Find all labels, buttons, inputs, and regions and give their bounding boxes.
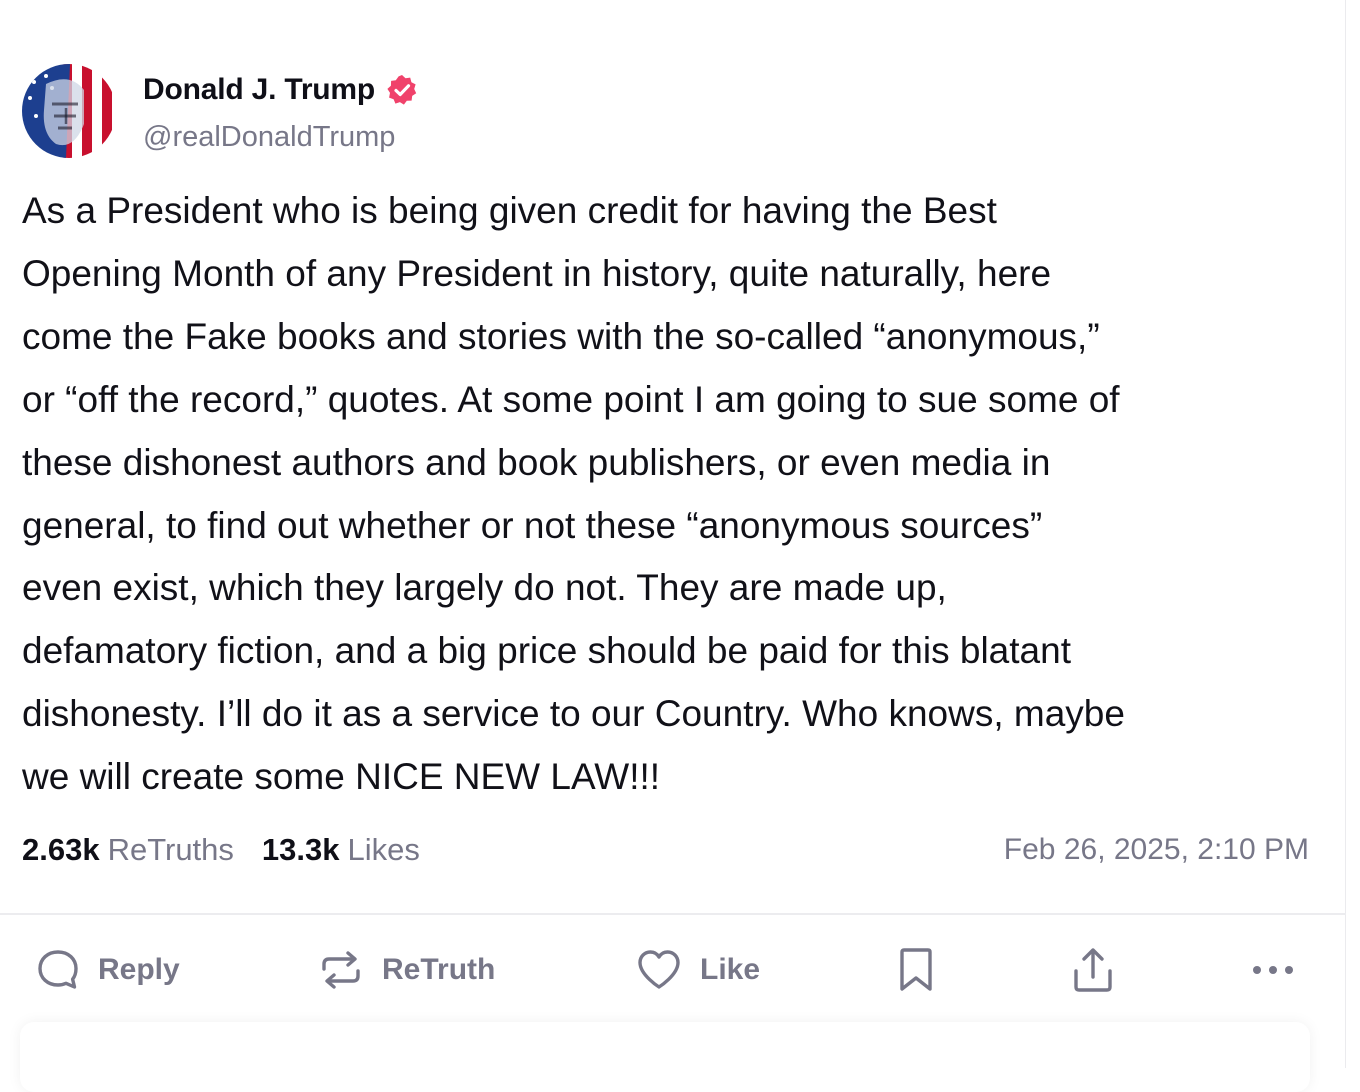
divider	[0, 913, 1346, 915]
next-post-card-edge	[20, 1022, 1310, 1092]
display-name[interactable]: Donald J. Trump	[143, 73, 375, 107]
reply-label: Reply	[98, 953, 180, 986]
post-body: As a President who is being given credit…	[22, 180, 1322, 809]
post-header: Donald J. Trump @realDonaldTrump	[22, 64, 419, 160]
post-body-line: come the Fake books and stories with the…	[22, 315, 1100, 357]
reply-button[interactable]: Reply	[36, 940, 180, 1000]
retruth-label: ReTruth	[382, 953, 496, 986]
share-icon	[1070, 945, 1116, 995]
retruth-icon	[318, 947, 364, 993]
reply-icon	[36, 948, 80, 992]
author-info: Donald J. Trump @realDonaldTrump	[143, 72, 419, 154]
retruths-stat[interactable]: 2.63k ReTruths	[22, 832, 234, 868]
retruth-button[interactable]: ReTruth	[318, 940, 495, 1000]
action-bar: Reply ReTruth Like	[0, 940, 1346, 1000]
post-stats: 2.63k ReTruths 13.3k Likes Feb 26, 2025,…	[22, 828, 1309, 872]
more-icon	[1250, 960, 1296, 980]
likes-count: 13.3k	[261, 832, 340, 867]
retruths-label: ReTruths	[107, 832, 234, 867]
bookmark-icon	[896, 947, 936, 993]
handle[interactable]: @realDonaldTrump	[143, 121, 419, 154]
retruths-count: 2.63k	[22, 832, 100, 867]
likes-stat[interactable]: 13.3k Likes	[262, 832, 420, 868]
display-name-row: Donald J. Trump	[143, 72, 419, 108]
share-button[interactable]	[1070, 940, 1116, 1000]
post-body-line: even exist, which they largely do not. T…	[22, 567, 947, 609]
verified-badge-icon	[385, 73, 419, 107]
post-body-line: dishonesty. I’ll do it as a service to o…	[22, 693, 1125, 735]
post-body-line: general, to find out whether or not thes…	[22, 504, 1043, 546]
post-body-line: we will create some NICE NEW LAW!!!	[22, 756, 661, 798]
more-options-button[interactable]	[1250, 940, 1296, 1000]
post-body-line: defamatory fiction, and a big price shou…	[22, 630, 1071, 672]
avatar[interactable]	[22, 64, 116, 158]
post-body-line: As a President who is being given credit…	[22, 190, 997, 231]
bookmark-button[interactable]	[896, 940, 936, 1000]
post-body-line: these dishonest authors and book publish…	[22, 441, 1051, 483]
post-timestamp[interactable]: Feb 26, 2025, 2:10 PM	[1004, 833, 1309, 867]
post-card: Donald J. Trump @realDonaldTrump As a Pr…	[0, 0, 1346, 1092]
post-body-line: Opening Month of any President in histor…	[22, 252, 1052, 294]
like-label: Like	[700, 953, 761, 986]
likes-label: Likes	[347, 832, 420, 867]
heart-icon	[636, 947, 682, 993]
like-button[interactable]: Like	[636, 940, 760, 1000]
post-body-line: or “off the record,” quotes. At some poi…	[22, 378, 1120, 420]
